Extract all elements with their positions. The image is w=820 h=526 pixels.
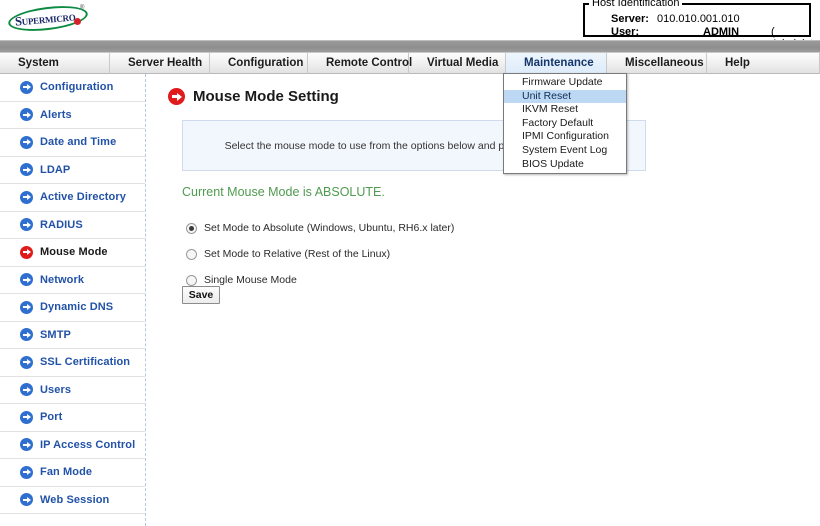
- sidebar-item-label: SSL Certification: [40, 356, 131, 369]
- arrow-right-icon: [20, 163, 33, 177]
- maintenance-dropdown-menu: Firmware Update Unit Reset IKVM Reset Facto…: [503, 73, 627, 175]
- sidebar-item-label: Configuration: [40, 81, 114, 94]
- arrow-right-icon: [20, 80, 33, 94]
- dropdown-item-unit-reset[interactable]: Unit Reset: [504, 89, 626, 104]
- menu-item-server-health[interactable]: Server Health: [110, 53, 210, 74]
- sidebar-item-label: Date and Time: [40, 136, 117, 149]
- arrow-right-icon: [20, 355, 33, 369]
- ipmi-web-ui: Supermicro ® Host Identification Server:…: [0, 0, 820, 526]
- host-server-row: Server: 010.010.001.010: [585, 13, 809, 26]
- page-title: Mouse Mode Setting: [168, 88, 339, 105]
- menu-item-help[interactable]: Help: [707, 53, 820, 74]
- sidebar-item-label: Network: [40, 273, 85, 286]
- sidebar-item-ip-access-control[interactable]: IP Access Control: [0, 432, 145, 459]
- dropdown-item-factory-default[interactable]: Factory Default: [504, 117, 626, 131]
- dropdown-item-firmware-update[interactable]: Firmware Update: [504, 76, 626, 90]
- arrow-right-icon: [20, 383, 33, 397]
- host-user-value: ADMIN: [703, 26, 740, 38]
- sidebar-item-network[interactable]: Network: [0, 267, 145, 294]
- arrow-right-icon: [20, 328, 33, 342]
- supermicro-logo: Supermicro ®: [6, 2, 92, 35]
- menu-item-maintenance[interactable]: Maintenance: [506, 53, 607, 74]
- sidebar-item-label: RADIUS: [40, 218, 83, 231]
- mouse-mode-radio-group: Set Mode to Absolute (Windows, Ubuntu, R…: [186, 217, 454, 291]
- dropdown-item-ikvm-reset[interactable]: IKVM Reset: [504, 103, 626, 117]
- mouse-mode-option-1[interactable]: Set Mode to Relative (Rest of the Linux): [186, 243, 454, 265]
- logo-red-dot: [74, 18, 81, 25]
- host-server-label: Server:: [611, 13, 649, 25]
- arrow-right-icon: [20, 245, 33, 259]
- mouse-mode-option-0[interactable]: Set Mode to Absolute (Windows, Ubuntu, R…: [186, 217, 454, 239]
- arrow-right-icon: [20, 493, 33, 507]
- header-divider-band: [0, 40, 820, 52]
- radio-button[interactable]: [186, 248, 197, 260]
- dropdown-item-ipmi-configuration[interactable]: IPMI Configuration: [504, 130, 626, 144]
- sidebar-item-label: Users: [40, 383, 72, 396]
- sidebar-item-label: Web Session: [40, 493, 110, 506]
- arrow-right-icon: [20, 300, 33, 314]
- save-button[interactable]: Save: [182, 286, 220, 304]
- menu-item-miscellaneous[interactable]: Miscellaneous: [607, 53, 707, 74]
- sidebar-item-mouse-mode[interactable]: Mouse Mode: [0, 239, 145, 267]
- arrow-right-icon: [20, 438, 33, 452]
- menu-item-remote-control[interactable]: Remote Control: [308, 53, 412, 74]
- sidebar-item-label: SMTP: [40, 328, 71, 341]
- sidebar-item-label: Active Directory: [40, 191, 126, 204]
- mouse-mode-option-label: Set Mode to Relative (Rest of the Linux): [204, 248, 391, 260]
- sidebar-item-web-session[interactable]: Web Session: [0, 487, 145, 514]
- dropdown-item-system-event-log[interactable]: System Event Log: [504, 144, 626, 158]
- arrow-right-icon: [20, 273, 33, 287]
- page-title-text: Mouse Mode Setting: [193, 88, 339, 105]
- arrow-right-icon: [20, 135, 33, 149]
- arrow-right-icon: [20, 218, 33, 232]
- sidebar-item-label: Fan Mode: [40, 466, 93, 479]
- logo-registered-mark: ®: [80, 5, 85, 11]
- arrow-right-icon: [168, 88, 185, 105]
- radio-button[interactable]: [186, 274, 197, 286]
- current-mouse-mode-status: Current Mouse Mode is ABSOLUTE.: [182, 185, 385, 199]
- sidebar-item-configuration[interactable]: Configuration: [0, 74, 145, 102]
- sidebar-item-alerts[interactable]: Alerts: [0, 102, 145, 129]
- sidebar-item-users[interactable]: Users: [0, 377, 145, 404]
- arrow-right-icon: [20, 410, 33, 424]
- dropdown-item-bios-update[interactable]: BIOS Update: [504, 158, 626, 172]
- menu-item-system[interactable]: System: [0, 53, 110, 74]
- sidebar-item-fan-mode[interactable]: Fan Mode: [0, 459, 145, 487]
- mouse-mode-option-label: Set Mode to Absolute (Windows, Ubuntu, R…: [204, 222, 455, 234]
- host-user-row: User: ADMIN ( Administrator ): [585, 26, 820, 62]
- host-identification-legend: Host Identification: [589, 0, 683, 9]
- sidebar-item-ldap[interactable]: LDAP: [0, 157, 145, 184]
- sidebar-item-active-directory[interactable]: Active Directory: [0, 184, 145, 212]
- sidebar-item-smtp[interactable]: SMTP: [0, 322, 145, 349]
- page-header: Supermicro ® Host Identification Server:…: [0, 0, 820, 62]
- host-identification-panel: Host Identification Server: 010.010.001.…: [583, 0, 820, 62]
- host-server-value: 010.010.001.010: [657, 13, 740, 25]
- sidebar-item-ssl-certification[interactable]: SSL Certification: [0, 349, 145, 377]
- sidebar-item-radius[interactable]: RADIUS: [0, 212, 145, 239]
- sidebar-item-dynamic-dns[interactable]: Dynamic DNS: [0, 294, 145, 322]
- sidebar-item-port[interactable]: Port: [0, 404, 145, 432]
- main-menu-bar: System Server Health Configuration Remote C…: [0, 52, 820, 74]
- sidebar-item-label: IP Access Control: [40, 438, 136, 451]
- arrow-right-icon: [20, 108, 33, 122]
- mouse-mode-option-2[interactable]: Single Mouse Mode: [186, 269, 454, 291]
- menu-item-virtual-media[interactable]: Virtual Media: [409, 53, 506, 74]
- mouse-mode-option-label: Single Mouse Mode: [204, 274, 297, 286]
- sidebar-item-label: Port: [40, 411, 63, 424]
- arrow-right-icon: [20, 190, 33, 204]
- sidebar-item-label: Mouse Mode: [40, 246, 108, 259]
- settings-sidebar: Configuration Alerts Date and Time LDAP Acti…: [0, 74, 146, 526]
- main-content: Mouse Mode Setting Select the mouse mode…: [146, 74, 820, 526]
- sidebar-item-label: Dynamic DNS: [40, 301, 114, 314]
- host-user-label: User:: [611, 26, 640, 38]
- sidebar-item-label: LDAP: [40, 163, 71, 176]
- radio-button[interactable]: [186, 222, 197, 234]
- menu-item-configuration[interactable]: Configuration: [210, 53, 308, 74]
- sidebar-item-label: Alerts: [40, 108, 72, 121]
- arrow-right-icon: [20, 465, 33, 479]
- sidebar-item-date-and-time[interactable]: Date and Time: [0, 129, 145, 157]
